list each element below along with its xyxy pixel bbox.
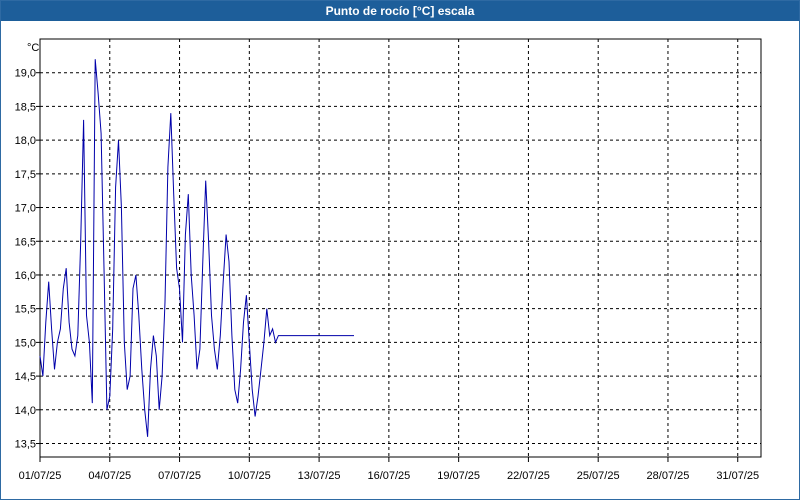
x-tick-label: 31/07/25 [716,470,759,482]
y-tick-label: 14,5 [15,371,36,383]
y-tick-label: 18,5 [15,101,36,113]
window-title: Punto de rocío [°C] escala [1,1,799,21]
x-tick-label: 13/07/25 [298,470,341,482]
y-tick-label: 16,5 [15,236,36,248]
y-tick-label: 17,0 [15,203,36,215]
dew-point-chart: 13,5 14,0 14,5 15,0 15,5 16,0 16,5 17,0 17,5 18,0… [15,38,762,482]
y-tick-label: 14,0 [15,405,36,417]
x-tick-label: 28/07/25 [647,470,690,482]
y-tick-label: 13,5 [15,439,36,451]
plot-area [39,38,762,458]
x-tick-label: 10/07/25 [228,470,271,482]
y-tick-label: 18,0 [15,135,36,147]
x-tick-label: 25/07/25 [577,470,620,482]
x-tick-label: 04/07/25 [88,470,131,482]
y-axis-unit-label: °C [27,42,39,54]
y-tick-label: 15,0 [15,337,36,349]
x-tick-label: 16/07/25 [367,470,410,482]
x-tick-label: 01/07/25 [19,470,62,482]
x-tick-label: 07/07/25 [158,470,201,482]
y-tick-label: 19,0 [15,68,36,80]
x-tick-label: 22/07/25 [507,470,550,482]
y-axis-ticks: 13,5 14,0 14,5 15,0 15,5 16,0 16,5 17,0 17,5 18,0… [15,68,40,451]
y-tick-label: 17,5 [15,169,36,181]
y-tick-label: 16,0 [15,270,36,282]
x-axis-ticks: 01/07/25 04/07/25 07/07/25 10/07/25 13/07/25… [19,457,759,482]
x-tick-label: 19/07/25 [437,470,480,482]
chart-window: Punto de rocío [°C] escala 13,5 14,0 14,5 1… [0,0,800,500]
y-tick-label: 15,5 [15,304,36,316]
